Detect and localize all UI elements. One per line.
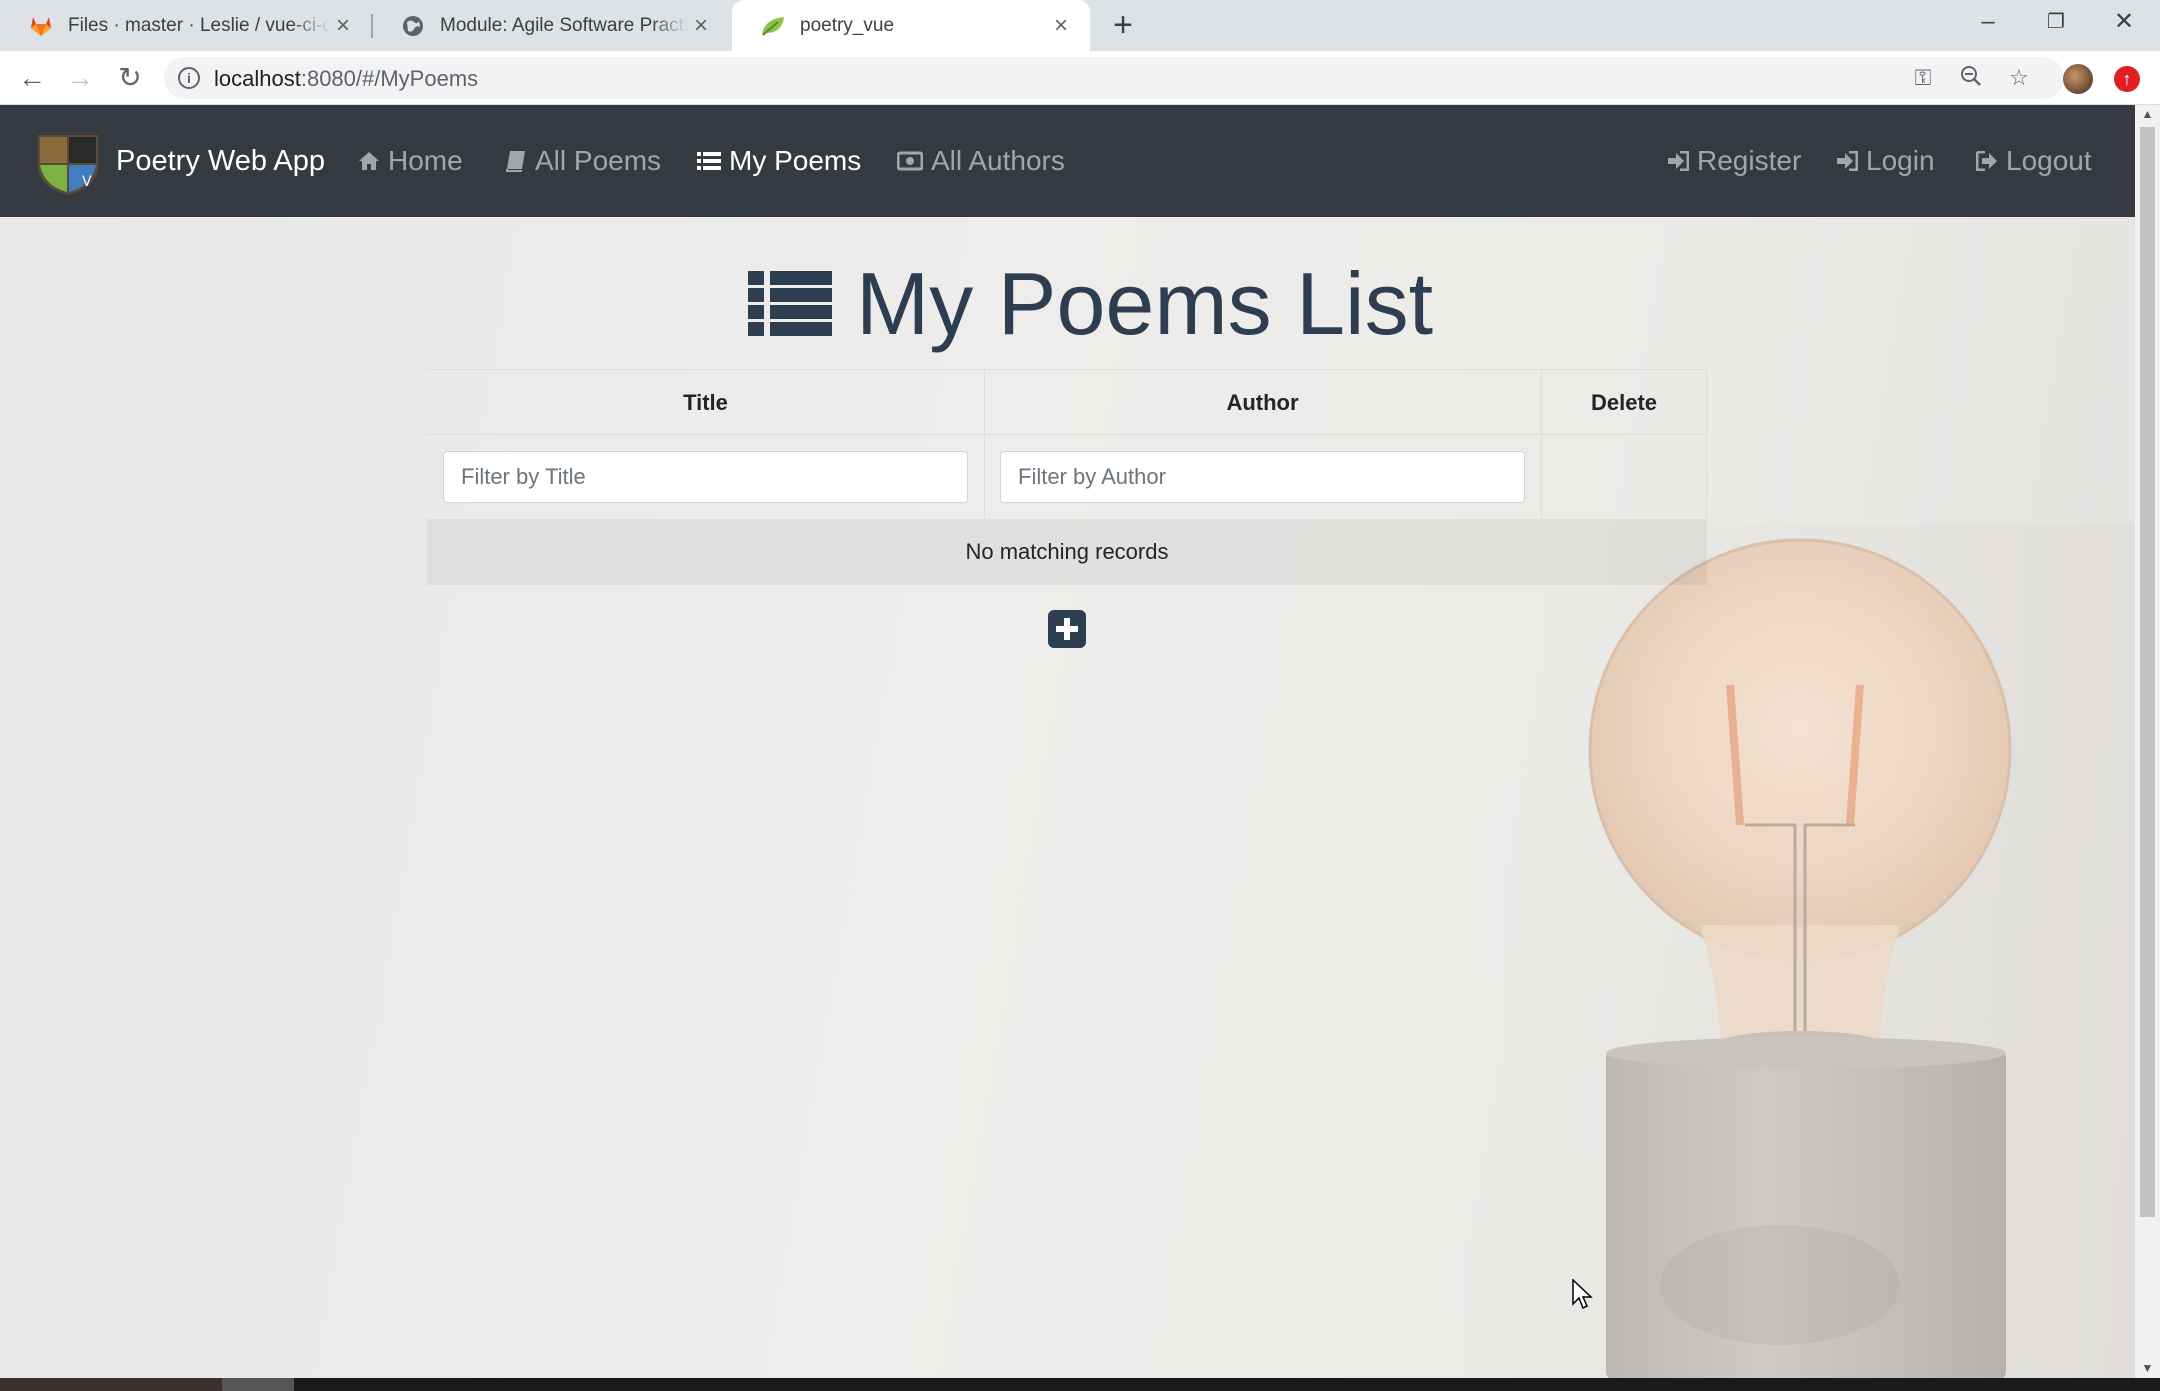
globe-icon [400,13,426,39]
close-tab-icon[interactable]: × [330,12,356,39]
svg-text:V: V [82,174,92,190]
add-poem-button[interactable] [1048,610,1086,648]
taskbar-segment [0,1378,222,1391]
address-bar[interactable]: i localhost:8080/#/MyPoems ⚿ ☆ [164,57,2064,99]
list-icon [748,271,832,336]
close-tab-icon[interactable]: × [1048,12,1074,39]
sign-in-icon [1837,151,1858,171]
restore-icon[interactable]: ❐ [2026,0,2086,44]
minimize-icon[interactable]: – [1958,0,2018,44]
browser-tab-strip: Files · master · Leslie / vue-ci-cd × Mo… [0,0,2160,51]
nav-all-authors[interactable]: All Authors [897,145,1065,177]
back-icon[interactable]: ← [16,62,48,94]
sign-out-icon [1976,151,1997,171]
book-icon [506,151,525,172]
lightbulb-background-image [1400,525,2135,1378]
nav-home-label: Home [388,145,463,176]
tab-title: Module: Agile Software Practice [440,14,688,36]
column-divider [1541,370,1542,436]
nav-register[interactable]: Register [1667,145,1801,177]
browser-toolbar: ← → ↻ i localhost:8080/#/MyPoems ⚿ ☆ ↑ [0,51,2160,105]
tab-title: Files · master · Leslie / vue-ci-cd [68,14,330,36]
empty-state-row: No matching records [427,519,1707,585]
column-divider [984,435,985,519]
sign-in-icon [1668,151,1689,171]
gitlab-icon [28,13,54,39]
top-navbar: V Poetry Web App Home All Poems My Poems… [0,105,2135,217]
scroll-up-icon[interactable]: ▲ [2140,107,2155,122]
nav-login-label: Login [1866,145,1935,176]
column-header-title[interactable]: Title [427,370,984,436]
column-divider [1541,435,1542,519]
reload-icon[interactable]: ↻ [114,62,146,94]
nav-logout[interactable]: Logout [1976,145,2092,177]
column-divider [1706,435,1707,519]
column-divider [984,370,985,436]
column-header-delete[interactable]: Delete [1541,370,1707,436]
tab-title: poetry_vue [800,14,895,36]
id-card-icon [897,151,923,171]
scrollbar-thumb[interactable] [2140,127,2155,1217]
nav-all-authors-label: All Authors [931,145,1065,176]
nav-all-poems-label: All Poems [535,145,662,176]
brand-name[interactable]: Poetry Web App [116,145,325,178]
column-divider [1706,370,1707,436]
bookmark-star-icon[interactable]: ☆ [2006,65,2032,91]
home-icon [359,152,379,170]
nav-my-poems[interactable]: My Poems [697,145,861,177]
page-title: My Poems List [748,253,1433,355]
key-icon[interactable]: ⚿ [1910,65,1936,91]
nav-logout-label: Logout [2006,145,2092,176]
zoom-icon[interactable] [1958,65,1984,91]
browser-tab-module[interactable]: Module: Agile Software Practice × [372,0,730,51]
list-icon [697,152,721,170]
mouse-cursor-icon [1572,1279,1593,1310]
app-logo-icon[interactable]: V [34,131,102,197]
info-icon[interactable]: i [178,67,200,89]
close-tab-icon[interactable]: × [688,12,714,39]
filter-by-author-input[interactable] [1000,451,1525,503]
nav-login[interactable]: Login [1836,145,1935,177]
nav-register-label: Register [1697,145,1802,176]
url-text: localhost:8080/#/MyPoems [214,66,479,91]
filter-by-title-input[interactable] [443,451,968,503]
os-taskbar [0,1378,2160,1391]
forward-icon[interactable]: → [64,62,96,94]
column-header-author[interactable]: Author [984,370,1541,436]
browser-tab-gitlab[interactable]: Files · master · Leslie / vue-ci-cd × [0,0,372,51]
extension-icon[interactable]: ↑ [2114,66,2140,92]
taskbar-segment [222,1378,294,1391]
scroll-down-icon[interactable]: ▼ [2140,1361,2155,1376]
leaf-icon [760,13,786,39]
table-header-row: Title Author Delete [427,369,1707,436]
page-viewport: V Poetry Web App Home All Poems My Poems… [0,105,2135,1378]
new-tab-icon[interactable]: + [1106,8,1140,42]
browser-tab-poetry-vue[interactable]: poetry_vue × [732,0,1090,51]
page-scrollbar[interactable]: ▲ ▼ [2135,105,2160,1378]
poems-table: Title Author Delete No matching records [427,369,1707,585]
close-window-icon[interactable]: ✕ [2094,0,2154,44]
avatar[interactable] [2063,64,2093,94]
page-title-text: My Poems List [856,254,1434,353]
filter-row [427,435,1707,519]
nav-my-poems-label: My Poems [729,145,862,176]
nav-home[interactable]: Home [358,145,463,177]
nav-all-poems[interactable]: All Poems [505,145,661,177]
